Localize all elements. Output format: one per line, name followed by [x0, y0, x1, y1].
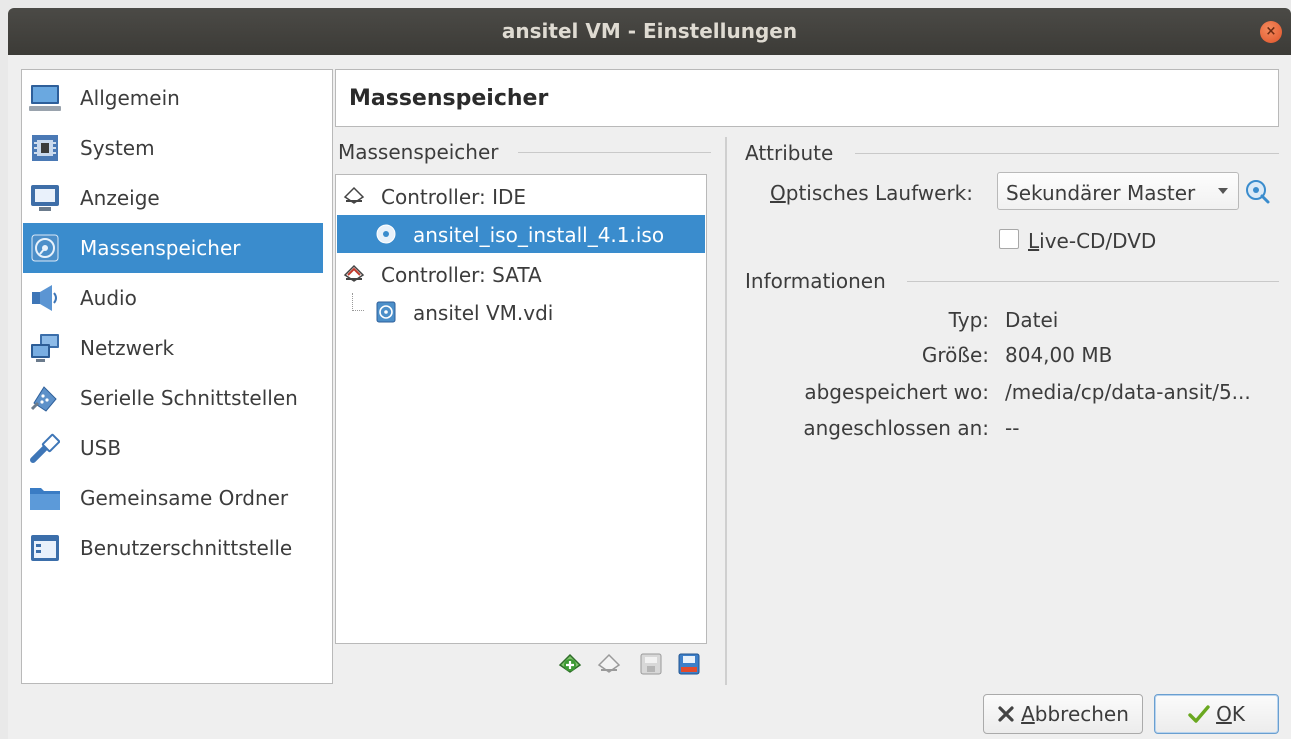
- remove-attachment-icon[interactable]: [677, 652, 701, 676]
- ui-window-icon: [29, 532, 61, 564]
- live-cd-label-text: ive-CD/DVD: [1039, 229, 1157, 253]
- info-size-value: 804,00 MB: [1005, 343, 1113, 367]
- cancel-button[interactable]: Abbrechen: [983, 694, 1143, 734]
- sidebar-item-benutzerschnittstelle[interactable]: Benutzerschnittstelle: [23, 523, 323, 573]
- cancel-mnemonic: A: [1021, 702, 1035, 726]
- storage-section-divider: [518, 152, 711, 153]
- check-icon: [1188, 705, 1210, 723]
- tree-item-label: ansitel_iso_install_4.1.iso: [413, 223, 665, 247]
- page-header: Massenspeicher: [335, 69, 1279, 127]
- attributes-section-label: Attribute: [745, 141, 834, 165]
- add-controller-icon[interactable]: [558, 652, 582, 676]
- ok-label: K: [1231, 702, 1245, 726]
- add-attachment-icon: [640, 653, 662, 675]
- sidebar-item-label: Audio: [80, 286, 137, 310]
- tree-item-label: Controller: IDE: [381, 185, 527, 209]
- chip-icon: [29, 132, 61, 164]
- monitor-icon: [29, 82, 61, 114]
- storage-tree[interactable]: Controller: IDE ansitel_iso_install_4.1.…: [335, 174, 707, 644]
- tree-item-iso[interactable]: ansitel_iso_install_4.1.iso: [337, 215, 705, 253]
- live-cd-checkbox[interactable]: [999, 229, 1019, 249]
- settings-window: Allgemein System Anzeige Massenspeicher …: [8, 55, 1291, 739]
- sidebar-item-label: Serielle Schnittstellen: [80, 386, 298, 410]
- sidebar-item-system[interactable]: System: [23, 123, 323, 173]
- tree-item-label: ansitel VM.vdi: [413, 301, 554, 325]
- panel-separator: [725, 137, 727, 685]
- info-size-key: Größe:: [921, 343, 989, 367]
- network-icon: [29, 332, 61, 364]
- display-icon: [29, 182, 61, 214]
- hard-disk-icon: [376, 301, 396, 323]
- storage-section-label-text: Massenspeicher: [338, 140, 499, 164]
- chevron-down-icon: [1218, 188, 1228, 194]
- info-location-value: /media/cp/data-ansit/5...: [1005, 380, 1251, 404]
- info-type-key: Typ:: [948, 308, 989, 332]
- sidebar-item-anzeige[interactable]: Anzeige: [23, 173, 323, 223]
- information-section-label: Informationen: [745, 269, 886, 293]
- live-cd-label-mnemonic: L: [1028, 229, 1040, 253]
- speaker-icon: [29, 282, 61, 314]
- folder-icon: [29, 482, 61, 514]
- settings-sidebar: Allgemein System Anzeige Massenspeicher …: [21, 69, 333, 684]
- sidebar-item-label: Netzwerk: [80, 336, 175, 360]
- sidebar-item-allgemein[interactable]: Allgemein: [23, 73, 323, 123]
- tree-item-controller-ide[interactable]: Controller: IDE: [337, 177, 705, 215]
- sidebar-item-label: Gemeinsame Ordner: [80, 486, 289, 510]
- sidebar-item-netzwerk[interactable]: Netzwerk: [23, 323, 323, 373]
- optical-drive-select[interactable]: Sekundärer Master: [997, 172, 1239, 210]
- sidebar-item-gemeinsame-ordner[interactable]: Gemeinsame Ordner: [23, 473, 323, 523]
- sidebar-item-label: Anzeige: [80, 186, 160, 210]
- serial-port-icon: [29, 382, 61, 414]
- optical-drive-value: Sekundärer Master: [1006, 181, 1196, 205]
- sidebar-item-label: Allgemein: [80, 86, 180, 110]
- attributes-section-divider: [855, 153, 1279, 154]
- cancel-label: bbrechen: [1034, 702, 1129, 726]
- ok-mnemonic: O: [1216, 702, 1232, 726]
- sidebar-item-audio[interactable]: Audio: [23, 273, 323, 323]
- info-location-key: abgespeichert wo:: [804, 380, 989, 404]
- optical-drive-label: Optisches Laufwerk:: [770, 181, 973, 205]
- sidebar-item-label: Massenspeicher: [80, 236, 241, 260]
- window-title: ansitel VM - Einstellungen: [501, 19, 798, 43]
- info-type-value: Datei: [1005, 308, 1059, 332]
- sata-controller-icon: [343, 264, 365, 282]
- sidebar-item-label: System: [80, 136, 155, 160]
- ide-controller-icon: [343, 186, 365, 204]
- info-attached-key: angeschlossen an:: [803, 416, 989, 440]
- cancel-icon: [998, 706, 1014, 722]
- sidebar-item-usb[interactable]: USB: [23, 423, 323, 473]
- information-section-divider: [907, 281, 1279, 282]
- optical-disc-icon: [376, 224, 396, 244]
- tree-item-controller-sata[interactable]: Controller: SATA: [337, 255, 705, 293]
- optical-drive-label-mnemonic: O: [770, 181, 786, 205]
- disk-icon: [29, 232, 61, 264]
- tree-item-label: Controller: SATA: [381, 263, 542, 287]
- optical-drive-label-text: ptisches Laufwerk:: [785, 181, 973, 205]
- close-icon[interactable]: ×: [1260, 21, 1282, 43]
- usb-icon: [29, 432, 61, 464]
- choose-disk-icon[interactable]: [1245, 179, 1271, 205]
- info-attached-value: --: [1005, 416, 1020, 440]
- sidebar-item-massenspeicher[interactable]: Massenspeicher: [23, 223, 323, 273]
- sidebar-item-serielle-schnittstellen[interactable]: Serielle Schnittstellen: [23, 373, 323, 423]
- remove-controller-icon: [597, 653, 621, 673]
- title-bar: ansitel VM - Einstellungen ×: [8, 8, 1291, 55]
- sidebar-item-label: Benutzerschnittstelle: [80, 536, 293, 560]
- sidebar-item-label: USB: [80, 436, 122, 460]
- storage-section-label: Massenspeicher: [338, 140, 499, 164]
- page-title: Massenspeicher: [349, 86, 549, 111]
- live-cd-label[interactable]: Live-CD/DVD: [1028, 229, 1156, 253]
- ok-button[interactable]: OK: [1154, 694, 1279, 734]
